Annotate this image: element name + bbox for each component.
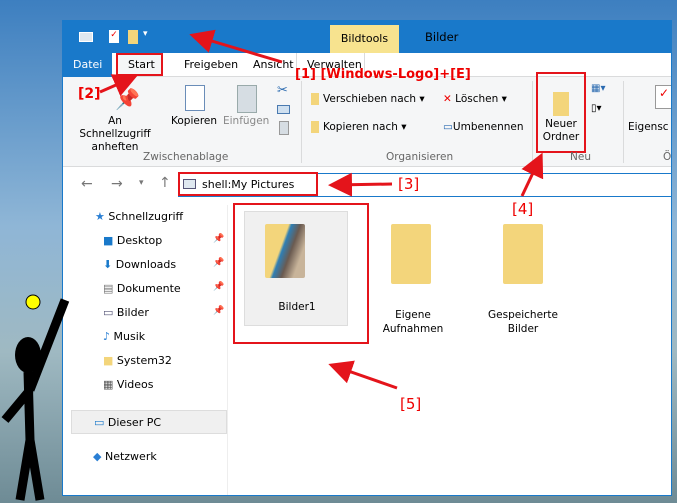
annotation-arrows [99, 29, 544, 390]
arrow-3 [328, 172, 393, 197]
arrow-4 [520, 152, 544, 197]
arrow-5 [328, 360, 398, 390]
stick-figure-illustration [1, 294, 70, 501]
arrow-1 [189, 29, 283, 64]
arrow-2 [99, 74, 138, 97]
